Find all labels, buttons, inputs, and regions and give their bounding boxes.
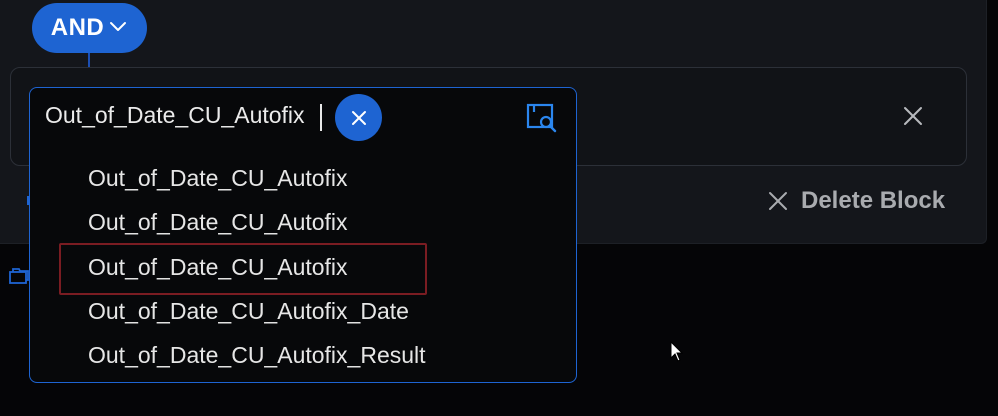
folder-icon[interactable] bbox=[8, 266, 30, 286]
close-icon bbox=[351, 110, 366, 125]
clear-search-button[interactable] bbox=[335, 94, 382, 141]
logic-connector-line bbox=[88, 52, 90, 68]
dropdown-option-highlighted[interactable]: Out_of_Date_CU_Autofix bbox=[88, 254, 348, 281]
delete-block-button[interactable]: Delete Block bbox=[767, 186, 945, 216]
delete-block-label: Delete Block bbox=[801, 187, 946, 214]
dropdown-option[interactable]: Out_of_Date_CU_Autofix bbox=[88, 165, 348, 192]
close-icon bbox=[767, 190, 789, 212]
text-caret bbox=[320, 104, 322, 131]
field-search-input[interactable]: Out_of_Date_CU_Autofix bbox=[45, 102, 305, 129]
lookup-search-icon[interactable] bbox=[525, 101, 559, 135]
and-operator-dropdown[interactable]: AND bbox=[32, 3, 147, 53]
dropdown-option[interactable]: Out_of_Date_CU_Autofix_Date bbox=[88, 298, 409, 325]
remove-condition-icon[interactable] bbox=[900, 103, 926, 129]
and-operator-label: AND bbox=[50, 14, 105, 41]
chevron-down-icon bbox=[108, 16, 128, 36]
dropdown-option[interactable]: Out_of_Date_CU_Autofix bbox=[88, 209, 348, 236]
mouse-pointer-icon bbox=[670, 340, 684, 363]
dropdown-option[interactable]: Out_of_Date_CU_Autofix_Result bbox=[88, 342, 426, 369]
